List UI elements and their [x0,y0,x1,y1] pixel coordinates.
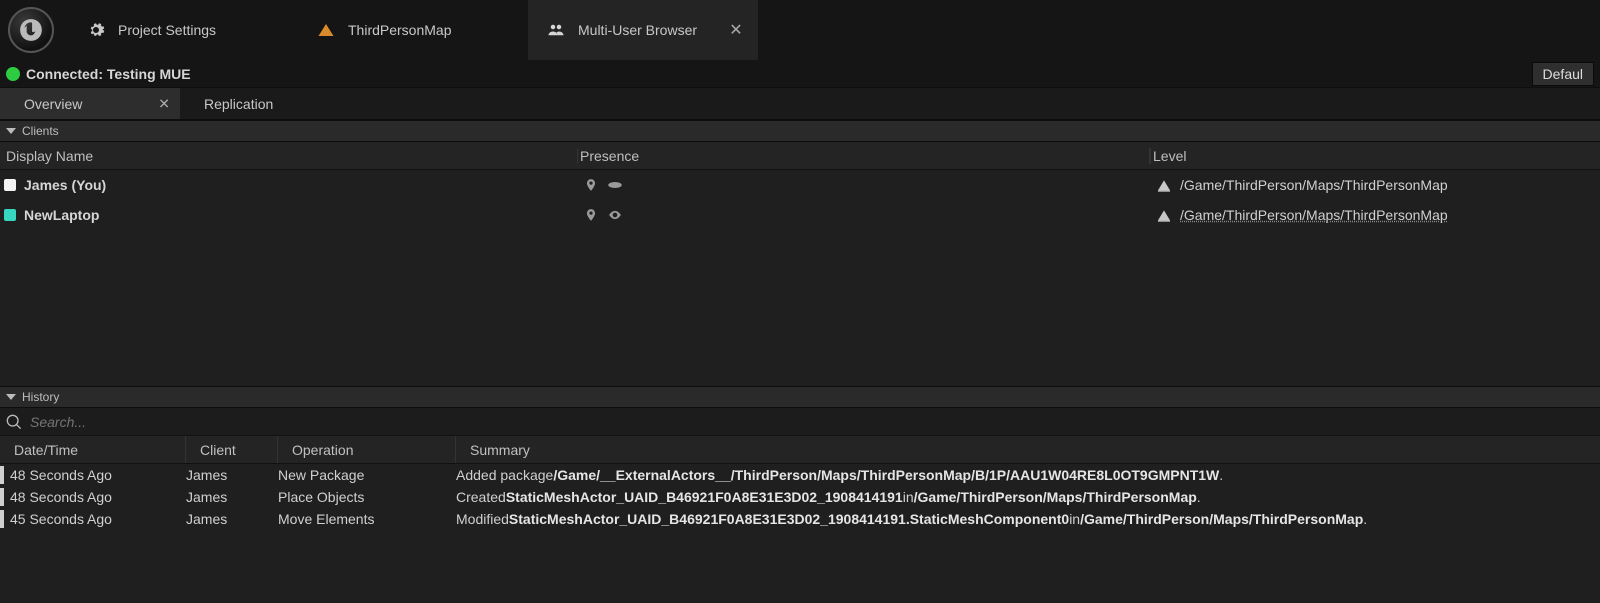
history-row[interactable]: 45 Seconds AgoJamesMove ElementsModified… [0,508,1600,530]
history-client: James [186,489,278,505]
level-icon [1156,207,1172,223]
client-level[interactable]: /Game/ThirdPerson/Maps/ThirdPersonMap [1152,177,1600,193]
history-column-headers: Date/Time Client Operation Summary [0,436,1600,464]
client-level[interactable]: /Game/ThirdPerson/Maps/ThirdPersonMap [1152,207,1600,223]
history-operation: Place Objects [278,489,456,505]
history-row-marker [0,510,4,528]
sub-tab-label: Overview [24,96,82,112]
history-summary: Added package /Game/__ExternalActors__/T… [456,467,1600,483]
tab-multi-user-browser[interactable]: Multi-User Browser ✕ [528,0,758,60]
client-row[interactable]: James (You) /Game/ThirdPerson/Maps/ThirdP… [0,170,1600,200]
history-summary: Modified StaticMeshActor_UAID_B46921F0A8… [456,511,1600,527]
client-color-swatch [4,179,16,191]
history-operation: New Package [278,467,456,483]
search-icon [6,414,22,430]
tab-overview[interactable]: Overview ✕ [0,88,180,119]
client-level-path: /Game/ThirdPerson/Maps/ThirdPersonMap [1180,177,1448,193]
disclosure-triangle-icon [6,128,16,134]
clients-section-header[interactable]: Clients [0,120,1600,142]
client-name: NewLaptop [24,207,580,223]
column-header-client[interactable]: Client [186,436,278,463]
tab-label: Multi-User Browser [578,22,697,38]
status-dot-icon [6,67,20,81]
column-header-summary[interactable]: Summary [456,436,1600,463]
history-row[interactable]: 48 Seconds AgoJamesPlace ObjectsCreated … [0,486,1600,508]
unreal-logo-icon[interactable] [8,7,54,53]
disclosure-triangle-icon [6,394,16,400]
gear-icon [86,20,106,40]
history-client: James [186,467,278,483]
pin-icon[interactable] [584,206,598,224]
column-header-level[interactable]: Level [1150,148,1600,164]
main-tab-bar: Project Settings ThirdPersonMap Multi-Us… [0,0,1600,60]
client-color-swatch [4,209,16,221]
clients-column-headers: Display Name Presence Level [0,142,1600,170]
client-presence [580,206,1152,224]
history-client: James [186,511,278,527]
tab-thirdpersonmap[interactable]: ThirdPersonMap [298,0,528,60]
history-datetime: 48 Seconds Ago [10,489,186,505]
client-level-path: /Game/ThirdPerson/Maps/ThirdPersonMap [1180,207,1448,223]
connection-status-text: Connected: Testing MUE [26,66,191,82]
clients-panel: Display Name Presence Level James (You) /… [0,142,1600,386]
close-icon[interactable]: ✕ [158,95,170,112]
history-row-marker [0,488,4,506]
column-header-datetime[interactable]: Date/Time [0,436,186,463]
tab-project-settings[interactable]: Project Settings [68,0,298,60]
preset-combo[interactable]: Defaul [1532,62,1594,86]
history-section-header[interactable]: History [0,386,1600,408]
tab-replication[interactable]: Replication [180,88,300,119]
close-icon[interactable]: ✕ [728,22,744,38]
column-header-presence[interactable]: Presence [578,148,1150,164]
disc-icon[interactable] [606,180,624,190]
history-summary: Created StaticMeshActor_UAID_B46921F0A8E… [456,489,1600,505]
sub-tab-label: Replication [204,96,273,112]
history-search-row [0,408,1600,436]
section-title: History [22,390,59,404]
tab-label: ThirdPersonMap [348,22,452,38]
history-datetime: 48 Seconds Ago [10,467,186,483]
column-header-display-name[interactable]: Display Name [0,148,578,164]
client-name: James (You) [24,177,580,193]
history-datetime: 45 Seconds Ago [10,511,186,527]
history-search-input[interactable] [30,414,1594,430]
users-icon [546,20,566,40]
client-row[interactable]: NewLaptop/Game/ThirdPerson/Maps/ThirdPer… [0,200,1600,230]
column-header-operation[interactable]: Operation [278,436,456,463]
history-panel: Date/Time Client Operation Summary 48 Se… [0,408,1600,603]
history-operation: Move Elements [278,511,456,527]
eye-icon[interactable] [606,208,624,222]
history-row[interactable]: 48 Seconds AgoJamesNew PackageAdded pack… [0,464,1600,486]
connection-status-bar: Connected: Testing MUE Defaul [0,60,1600,88]
level-icon [1156,177,1172,193]
level-icon [316,20,336,40]
pin-icon[interactable] [584,176,598,194]
section-title: Clients [22,124,59,138]
client-presence [580,176,1152,194]
tab-label: Project Settings [118,22,216,38]
sub-tab-bar: Overview ✕ Replication [0,88,1600,120]
history-row-marker [0,466,4,484]
